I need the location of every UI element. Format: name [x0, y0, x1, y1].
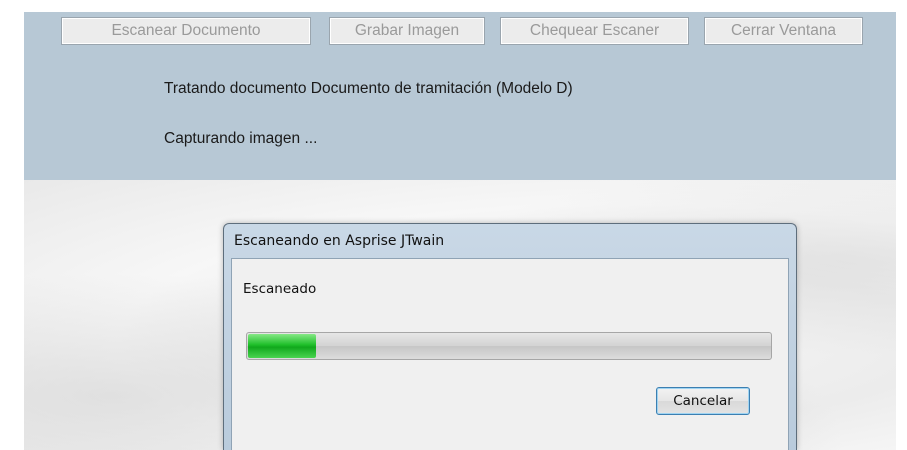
- close-window-button[interactable]: Cerrar Ventana: [704, 17, 863, 45]
- scan-document-button[interactable]: Escanear Documento: [61, 17, 311, 45]
- image-preview: Escaneando en Asprise JTwain Escaneado C…: [24, 180, 896, 450]
- app-window: Escanear Documento Grabar Imagen Chequea…: [0, 0, 907, 450]
- dialog-body: Escaneado Cancelar: [231, 258, 789, 450]
- capture-status-text: Capturando imagen ...: [164, 130, 318, 147]
- progress-fill: [248, 334, 316, 358]
- dialog-message: Escaneado: [243, 281, 317, 297]
- check-scanner-button[interactable]: Chequear Escaner: [500, 17, 689, 45]
- save-image-button[interactable]: Grabar Imagen: [329, 17, 485, 45]
- scan-progress-dialog: Escaneando en Asprise JTwain Escaneado C…: [223, 223, 797, 450]
- dialog-title: Escaneando en Asprise JTwain: [234, 233, 445, 249]
- document-status-text: Tratando documento Documento de tramitac…: [164, 80, 573, 97]
- scan-progress-bar: [246, 332, 772, 360]
- cancel-button[interactable]: Cancelar: [656, 387, 750, 415]
